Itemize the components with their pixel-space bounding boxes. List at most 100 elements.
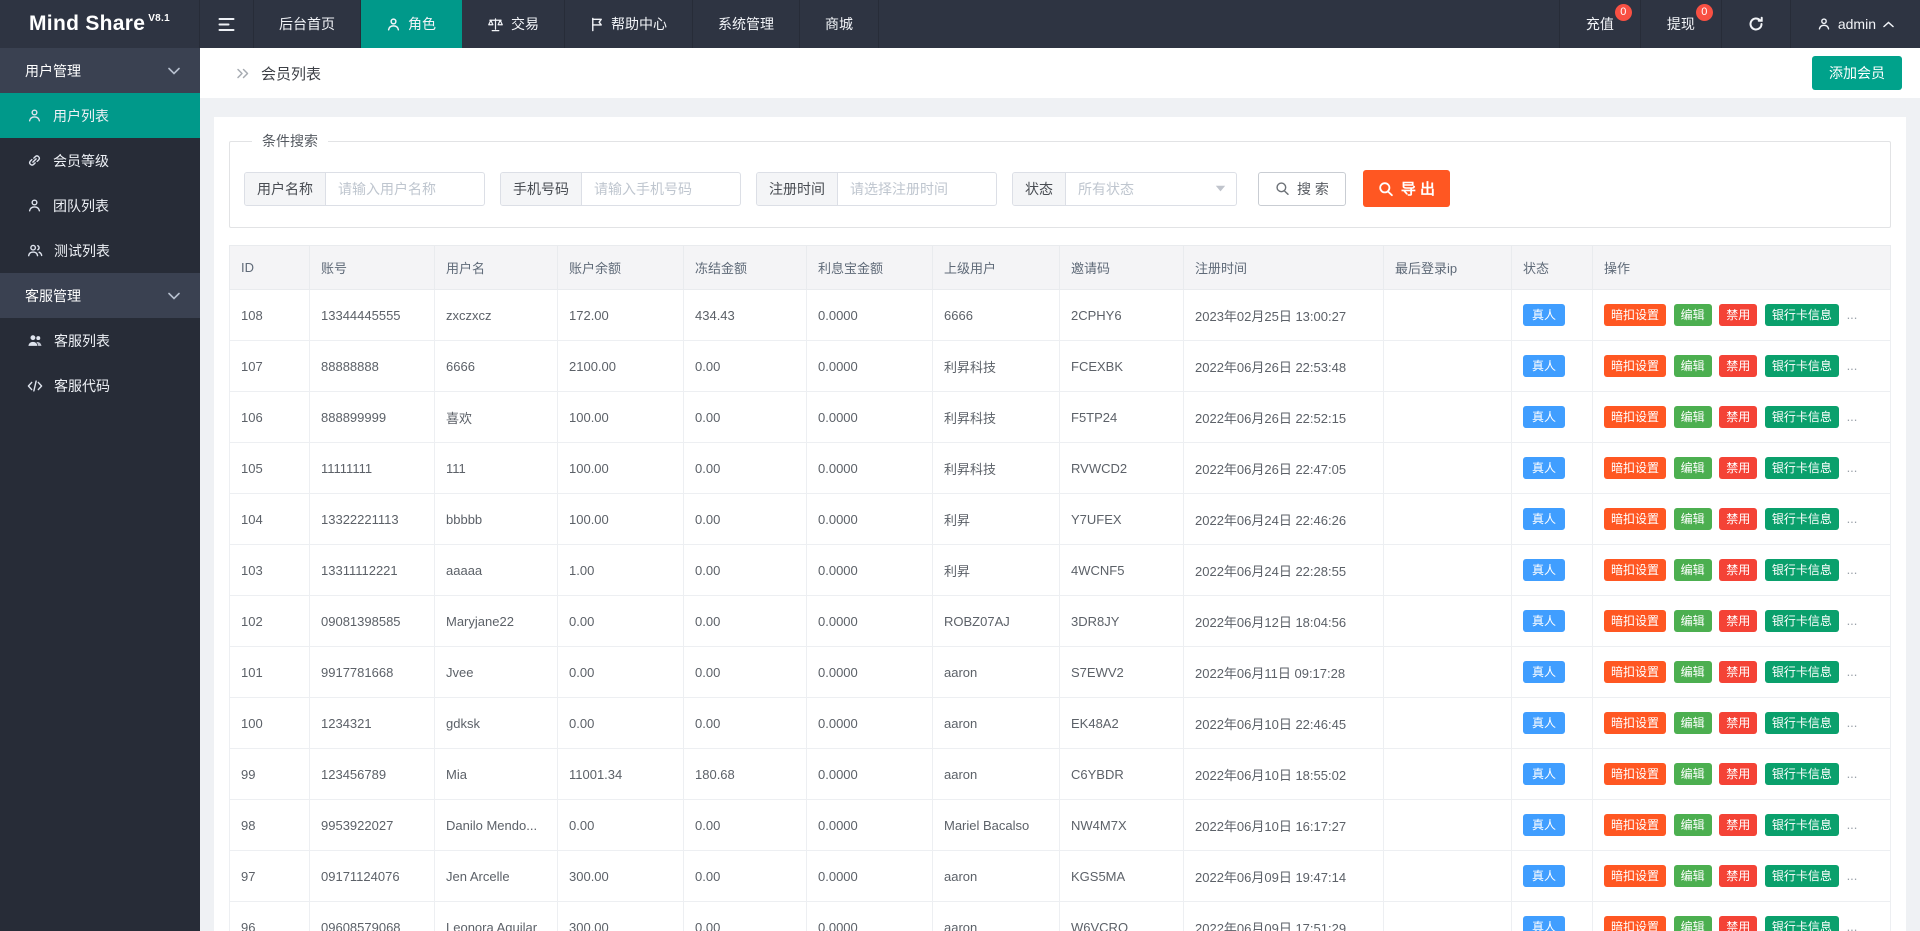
status-badge[interactable]: 真人 xyxy=(1523,814,1565,836)
sidebar-group-user-management[interactable]: 用户管理 xyxy=(0,48,200,93)
sidebar-toggle-button[interactable] xyxy=(200,0,254,48)
deduction-settings-button[interactable]: 暗扣设置 xyxy=(1604,814,1666,836)
sidebar-item-support-list[interactable]: 客服列表 xyxy=(0,318,200,363)
deduction-settings-button[interactable]: 暗扣设置 xyxy=(1604,355,1666,377)
nav-item-dashboard[interactable]: 后台首页 xyxy=(254,0,361,48)
nav-item-help-center[interactable]: 帮助中心 xyxy=(565,0,693,48)
deduction-settings-button[interactable]: 暗扣设置 xyxy=(1604,508,1666,530)
deduction-settings-button[interactable]: 暗扣设置 xyxy=(1604,559,1666,581)
cell-register-time: 2022年06月24日 22:28:55 xyxy=(1184,545,1384,596)
username-input[interactable] xyxy=(326,173,484,205)
sidebar-item-support-code[interactable]: 客服代码 xyxy=(0,363,200,408)
deduction-settings-button[interactable]: 暗扣设置 xyxy=(1604,661,1666,683)
deduction-settings-button[interactable]: 暗扣设置 xyxy=(1604,304,1666,326)
bank-card-info-button[interactable]: 银行卡信息 xyxy=(1765,304,1839,326)
deduction-settings-button[interactable]: 暗扣设置 xyxy=(1604,763,1666,785)
search-button[interactable]: 搜 索 xyxy=(1258,172,1346,206)
edit-button[interactable]: 编辑 xyxy=(1674,916,1712,931)
status-badge[interactable]: 真人 xyxy=(1523,406,1565,428)
status-badge[interactable]: 真人 xyxy=(1523,355,1565,377)
status-badge[interactable]: 真人 xyxy=(1523,865,1565,887)
bank-card-info-button[interactable]: 银行卡信息 xyxy=(1765,508,1839,530)
edit-button[interactable]: 编辑 xyxy=(1674,814,1712,836)
sidebar-group-support-management[interactable]: 客服管理 xyxy=(0,273,200,318)
disable-button[interactable]: 禁用 xyxy=(1719,865,1757,887)
edit-button[interactable]: 编辑 xyxy=(1674,457,1712,479)
disable-button[interactable]: 禁用 xyxy=(1719,763,1757,785)
disable-button[interactable]: 禁用 xyxy=(1719,610,1757,632)
sidebar-item-test-list[interactable]: 测试列表 xyxy=(0,228,200,273)
cell-parent-user: aaron xyxy=(933,851,1060,902)
sidebar-item-team-list[interactable]: 团队列表 xyxy=(0,183,200,228)
bank-card-info-button[interactable]: 银行卡信息 xyxy=(1765,712,1839,734)
deduction-settings-button[interactable]: 暗扣设置 xyxy=(1604,457,1666,479)
edit-button[interactable]: 编辑 xyxy=(1674,661,1712,683)
bank-card-info-button[interactable]: 银行卡信息 xyxy=(1765,865,1839,887)
deduction-settings-button[interactable]: 暗扣设置 xyxy=(1604,712,1666,734)
status-badge[interactable]: 真人 xyxy=(1523,712,1565,734)
deduction-settings-button[interactable]: 暗扣设置 xyxy=(1604,610,1666,632)
bank-card-info-button[interactable]: 银行卡信息 xyxy=(1765,457,1839,479)
sidebar-item-user-list[interactable]: 用户列表 xyxy=(0,93,200,138)
status-badge[interactable]: 真人 xyxy=(1523,610,1565,632)
status-badge[interactable]: 真人 xyxy=(1523,916,1565,931)
status-select[interactable]: 所有状态 xyxy=(1066,173,1236,205)
edit-button[interactable]: 编辑 xyxy=(1674,406,1712,428)
col-header-frozen: 冻结金额 xyxy=(684,246,807,290)
status-badge[interactable]: 真人 xyxy=(1523,457,1565,479)
disable-button[interactable]: 禁用 xyxy=(1719,457,1757,479)
bank-card-info-button[interactable]: 银行卡信息 xyxy=(1765,916,1839,931)
register-time-input[interactable] xyxy=(838,173,996,205)
deduction-settings-button[interactable]: 暗扣设置 xyxy=(1604,916,1666,931)
recharge-button[interactable]: 充值 0 xyxy=(1559,0,1640,48)
add-member-button[interactable]: 添加会员 xyxy=(1812,56,1902,90)
status-badge[interactable]: 真人 xyxy=(1523,763,1565,785)
disable-button[interactable]: 禁用 xyxy=(1719,916,1757,931)
more-actions-ellipsis: ... xyxy=(1847,817,1858,832)
nav-item-roles[interactable]: 角色 xyxy=(361,0,462,48)
edit-button[interactable]: 编辑 xyxy=(1674,559,1712,581)
cell-balance: 100.00 xyxy=(558,494,684,545)
export-button[interactable]: 导 出 xyxy=(1363,170,1450,207)
status-badge[interactable]: 真人 xyxy=(1523,304,1565,326)
disable-button[interactable]: 禁用 xyxy=(1719,304,1757,326)
refresh-button[interactable] xyxy=(1721,0,1790,48)
deduction-settings-button[interactable]: 暗扣设置 xyxy=(1604,865,1666,887)
nav-item-trade[interactable]: 交易 xyxy=(462,0,565,48)
edit-button[interactable]: 编辑 xyxy=(1674,610,1712,632)
disable-button[interactable]: 禁用 xyxy=(1719,508,1757,530)
disable-button[interactable]: 禁用 xyxy=(1719,355,1757,377)
bank-card-info-button[interactable]: 银行卡信息 xyxy=(1765,763,1839,785)
cell-id: 100 xyxy=(230,698,310,749)
cell-register-time: 2022年06月26日 22:47:05 xyxy=(1184,443,1384,494)
code-icon xyxy=(27,379,43,393)
disable-button[interactable]: 禁用 xyxy=(1719,712,1757,734)
bank-card-info-button[interactable]: 银行卡信息 xyxy=(1765,661,1839,683)
deduction-settings-button[interactable]: 暗扣设置 xyxy=(1604,406,1666,428)
nav-item-mall[interactable]: 商城 xyxy=(800,0,879,48)
sidebar-item-member-levels[interactable]: 会员等级 xyxy=(0,138,200,183)
cell-actions: 暗扣设置 编辑 禁用 银行卡信息 ... xyxy=(1593,698,1891,749)
edit-button[interactable]: 编辑 xyxy=(1674,763,1712,785)
nav-item-system[interactable]: 系统管理 xyxy=(693,0,800,48)
bank-card-info-button[interactable]: 银行卡信息 xyxy=(1765,814,1839,836)
withdraw-button[interactable]: 提现 0 xyxy=(1640,0,1721,48)
bank-card-info-button[interactable]: 银行卡信息 xyxy=(1765,559,1839,581)
disable-button[interactable]: 禁用 xyxy=(1719,661,1757,683)
phone-input[interactable] xyxy=(582,173,740,205)
edit-button[interactable]: 编辑 xyxy=(1674,712,1712,734)
bank-card-info-button[interactable]: 银行卡信息 xyxy=(1765,610,1839,632)
status-badge[interactable]: 真人 xyxy=(1523,508,1565,530)
bank-card-info-button[interactable]: 银行卡信息 xyxy=(1765,406,1839,428)
edit-button[interactable]: 编辑 xyxy=(1674,508,1712,530)
edit-button[interactable]: 编辑 xyxy=(1674,865,1712,887)
edit-button[interactable]: 编辑 xyxy=(1674,304,1712,326)
bank-card-info-button[interactable]: 银行卡信息 xyxy=(1765,355,1839,377)
disable-button[interactable]: 禁用 xyxy=(1719,814,1757,836)
edit-button[interactable]: 编辑 xyxy=(1674,355,1712,377)
disable-button[interactable]: 禁用 xyxy=(1719,559,1757,581)
status-badge[interactable]: 真人 xyxy=(1523,661,1565,683)
admin-menu[interactable]: admin xyxy=(1790,0,1920,48)
disable-button[interactable]: 禁用 xyxy=(1719,406,1757,428)
status-badge[interactable]: 真人 xyxy=(1523,559,1565,581)
